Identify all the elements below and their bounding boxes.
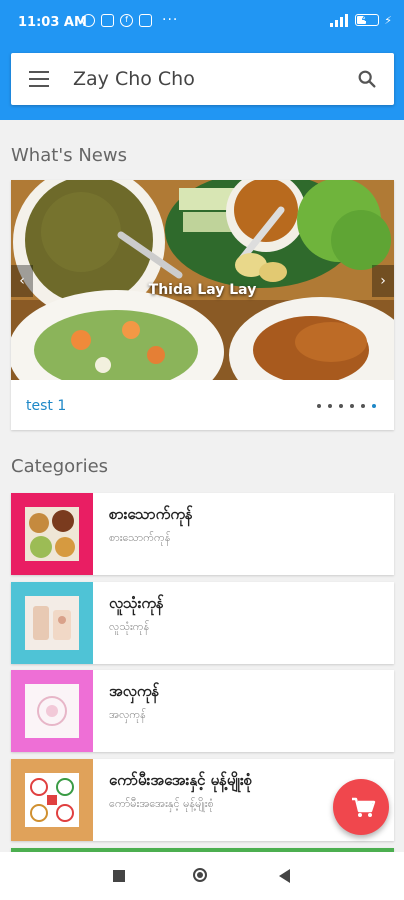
category-title: အလှကုန် [109,682,160,700]
category-subtitle: စားသောက်ကုန် [109,531,171,544]
slide-image[interactable]: Thida Lay Lay ‹ › [11,180,394,380]
category-title: ကော်မီးအအေးနှင့် မုန့်မျိုးစုံ [109,771,253,789]
category-subtitle: ကော်မီးအအေးနှင့် မုန့်မျိုးစုံ [109,797,214,810]
category-title: စားသောက်ကုန် [109,505,193,523]
category-thumbnail [11,493,93,575]
slider-dot[interactable] [339,404,343,408]
home-button[interactable] [193,868,207,882]
category-item-cosmetics[interactable]: အလှကုန် အလှကုန် [11,670,394,752]
category-thumbnail [11,670,93,752]
cart-icon [352,797,376,817]
system-nav-bar [0,852,404,900]
news-slider-card: Thida Lay Lay ‹ › test 1 [11,180,394,430]
slider-dots[interactable] [317,404,376,408]
slide-caption: Thida Lay Lay [148,282,257,298]
news-section-title: What's News [11,145,127,166]
alarm-icon [82,14,95,27]
system-status: 48 ⚡ [330,13,392,27]
category-title: လူသုံးကုန် [109,594,164,612]
battery-level: 48 [361,14,373,23]
category-item-food[interactable]: စားသောက်ကုန် စားသောက်ကုန် [11,493,394,575]
cosmetics-thumbnail-image [25,684,79,738]
slider-dot[interactable] [372,404,376,408]
app-icon [139,14,152,27]
category-subtitle: လူသုံးကုန် [109,620,150,633]
category-thumbnail [11,759,93,841]
food-thumbnail-image [25,507,79,561]
battery-icon: 48 [355,14,380,26]
facebook-icon: f [120,14,133,27]
chevron-right-icon[interactable]: › [372,265,394,297]
cart-button[interactable] [333,779,389,835]
more-notifications: ··· [162,12,179,28]
signal-icon [330,13,350,27]
coffee-snacks-thumbnail-image [25,773,79,827]
slider-dot[interactable] [317,404,321,408]
food-photo [11,180,394,380]
slide-label-link[interactable]: test 1 [26,398,66,414]
charging-icon: ⚡ [384,13,392,27]
category-item-consumer-goods[interactable]: လူသုံးကုန် လူသုံးကုန် [11,582,394,664]
search-bar[interactable]: Zay Cho Cho [11,53,394,105]
status-bar: 11:03 AM f ··· 48 ⚡ [0,0,404,46]
notification-icons: f [82,14,152,27]
menu-icon[interactable] [29,71,49,87]
categories-section-title: Categories [11,456,109,477]
search-icon[interactable] [356,68,378,90]
consumer-goods-thumbnail-image [25,596,79,650]
slider-dot[interactable] [361,404,365,408]
app-title: Zay Cho Cho [73,68,195,90]
slider-dot[interactable] [350,404,354,408]
recent-apps-button[interactable] [113,870,125,882]
chevron-left-icon[interactable]: ‹ [11,265,33,297]
category-subtitle: အလှကုန် [109,708,146,721]
back-button[interactable] [279,869,290,883]
category-thumbnail [11,582,93,664]
status-time: 11:03 AM [18,15,87,30]
slider-dot[interactable] [328,404,332,408]
message-icon [101,14,114,27]
